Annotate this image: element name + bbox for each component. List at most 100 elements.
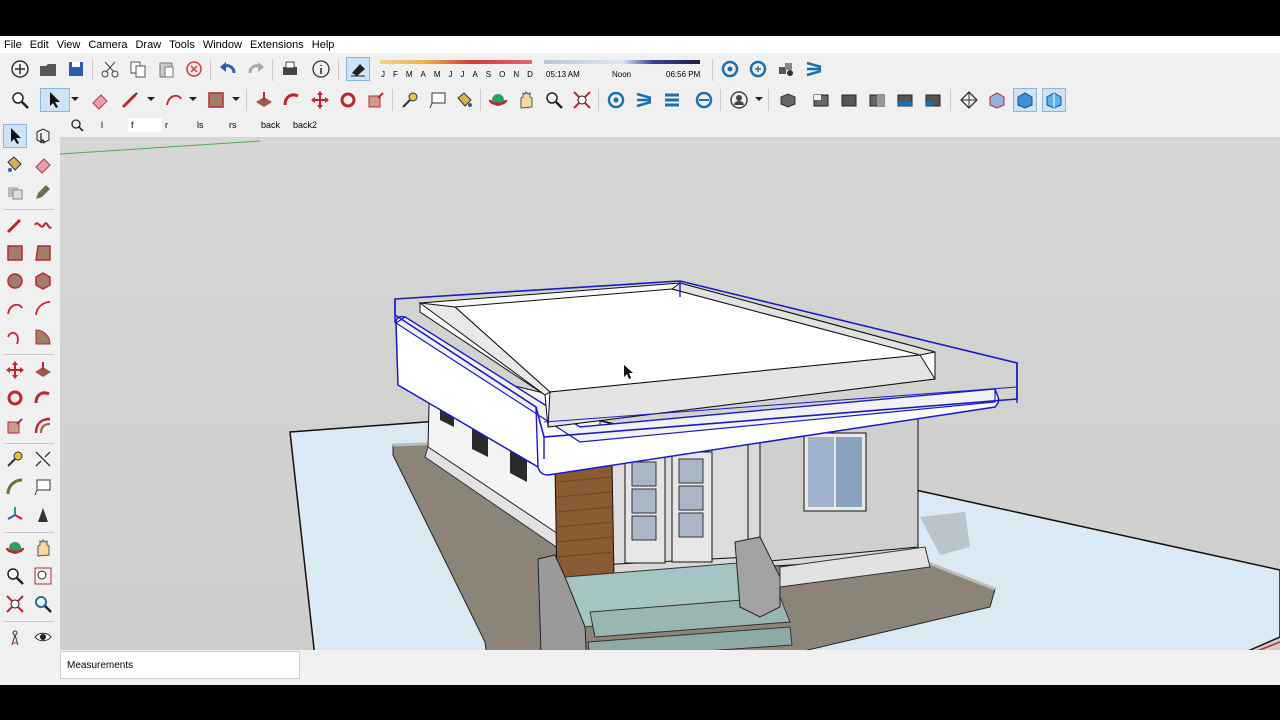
zoom-icon[interactable] bbox=[8, 88, 32, 112]
search-icon[interactable] bbox=[70, 118, 84, 132]
freehand-icon[interactable] bbox=[31, 213, 55, 237]
rotated-rectangle-icon[interactable] bbox=[31, 241, 55, 265]
pan-icon[interactable] bbox=[514, 88, 538, 112]
chevron-down-icon[interactable] bbox=[755, 97, 763, 101]
arc-icon[interactable] bbox=[3, 297, 27, 321]
two-point-arc-icon[interactable] bbox=[31, 297, 55, 321]
select-icon[interactable] bbox=[3, 124, 27, 148]
shadow-time-slider[interactable]: 05:13 AM Noon 06:56 PM bbox=[544, 58, 704, 82]
paint-bucket-icon[interactable] bbox=[3, 152, 27, 176]
dimension-icon[interactable] bbox=[31, 447, 55, 471]
follow-me-icon[interactable] bbox=[31, 386, 55, 410]
print-icon[interactable] bbox=[278, 57, 302, 81]
redo-icon[interactable] bbox=[244, 57, 268, 81]
menu-help[interactable]: Help bbox=[308, 39, 339, 51]
scene-tab-f[interactable]: f bbox=[128, 118, 162, 132]
left-view-icon[interactable] bbox=[921, 88, 945, 112]
extension-warehouse-icon[interactable] bbox=[774, 57, 798, 81]
offset-icon[interactable] bbox=[31, 414, 55, 438]
scale-icon[interactable] bbox=[3, 414, 27, 438]
scene-tab-ls[interactable]: ls bbox=[194, 118, 207, 132]
menu-camera[interactable]: Camera bbox=[84, 39, 131, 51]
rectangle-icon[interactable] bbox=[3, 241, 27, 265]
circle-icon[interactable] bbox=[3, 269, 27, 293]
menu-file[interactable]: File bbox=[0, 39, 26, 51]
select-icon[interactable] bbox=[40, 88, 70, 112]
layout-icon[interactable] bbox=[802, 57, 826, 81]
tag-icon[interactable] bbox=[31, 180, 55, 204]
erase-icon[interactable] bbox=[182, 57, 206, 81]
modeling-viewport[interactable] bbox=[60, 137, 1280, 685]
shadows-toggle-icon[interactable] bbox=[346, 57, 370, 81]
eraser-icon[interactable] bbox=[31, 152, 55, 176]
component-select-icon[interactable] bbox=[31, 124, 55, 148]
save-icon[interactable] bbox=[64, 57, 88, 81]
components-icon[interactable] bbox=[660, 88, 684, 112]
open-icon[interactable] bbox=[36, 57, 60, 81]
shadow-date-slider[interactable]: J F M A M J J A S O N D bbox=[378, 58, 534, 82]
look-around-icon[interactable] bbox=[31, 625, 55, 649]
menu-view[interactable]: View bbox=[53, 39, 85, 51]
menu-extensions[interactable]: Extensions bbox=[246, 39, 308, 51]
top-view-icon[interactable] bbox=[809, 88, 833, 112]
cut-icon[interactable] bbox=[98, 57, 122, 81]
rectangle-icon[interactable] bbox=[204, 88, 228, 112]
position-camera-icon[interactable] bbox=[3, 625, 27, 649]
right-view-icon[interactable] bbox=[865, 88, 889, 112]
axes-icon[interactable] bbox=[3, 503, 27, 527]
menu-tools[interactable]: Tools bbox=[165, 39, 199, 51]
text-icon[interactable] bbox=[426, 88, 450, 112]
shaded-icon[interactable] bbox=[1042, 88, 1066, 112]
line-icon[interactable] bbox=[3, 213, 27, 237]
front-view-icon[interactable] bbox=[837, 88, 861, 112]
3d-text-icon[interactable] bbox=[31, 503, 55, 527]
pan-icon[interactable] bbox=[31, 536, 55, 560]
share-model-icon[interactable] bbox=[632, 88, 656, 112]
orbit-icon[interactable] bbox=[486, 88, 510, 112]
make-component-icon[interactable] bbox=[3, 180, 27, 204]
eraser-icon[interactable] bbox=[88, 88, 112, 112]
polygon-icon[interactable] bbox=[31, 269, 55, 293]
model-info-icon[interactable] bbox=[309, 57, 333, 81]
scene-tab-back2[interactable]: back2 bbox=[290, 118, 320, 132]
warehouse-icon[interactable] bbox=[718, 57, 742, 81]
scene-tab-rs[interactable]: rs bbox=[226, 118, 240, 132]
orbit-icon[interactable] bbox=[3, 536, 27, 560]
text-icon[interactable] bbox=[31, 475, 55, 499]
push-pull-icon[interactable] bbox=[31, 358, 55, 382]
zoom-extents-icon[interactable] bbox=[570, 88, 594, 112]
hidden-line-icon[interactable] bbox=[1013, 88, 1037, 112]
menu-edit[interactable]: Edit bbox=[26, 39, 53, 51]
push-pull-icon[interactable] bbox=[252, 88, 276, 112]
iso-view-icon[interactable] bbox=[776, 88, 800, 112]
pie-icon[interactable] bbox=[31, 325, 55, 349]
zoom-window-icon[interactable] bbox=[31, 564, 55, 588]
protractor-icon[interactable] bbox=[3, 475, 27, 499]
chevron-down-icon[interactable] bbox=[147, 97, 155, 101]
move-icon[interactable] bbox=[308, 88, 332, 112]
three-point-arc-icon[interactable] bbox=[3, 325, 27, 349]
zoom-window-icon[interactable] bbox=[542, 88, 566, 112]
extensions-icon[interactable] bbox=[692, 88, 716, 112]
chevron-down-icon[interactable] bbox=[71, 97, 79, 101]
scene-tab-r[interactable]: r bbox=[162, 118, 171, 132]
line-icon[interactable] bbox=[118, 88, 142, 112]
wireframe-icon[interactable] bbox=[985, 88, 1009, 112]
scene-tab-back[interactable]: back bbox=[258, 118, 283, 132]
arc-icon[interactable] bbox=[162, 88, 186, 112]
menu-window[interactable]: Window bbox=[199, 39, 246, 51]
move-icon[interactable] bbox=[3, 358, 27, 382]
scene-tab-l[interactable]: l bbox=[98, 118, 106, 132]
tape-measure-icon[interactable] bbox=[398, 88, 422, 112]
warehouse-share-icon[interactable] bbox=[746, 57, 770, 81]
chevron-down-icon[interactable] bbox=[189, 97, 197, 101]
zoom-icon[interactable] bbox=[3, 564, 27, 588]
measurements-box[interactable]: Measurements bbox=[60, 651, 300, 679]
previous-view-icon[interactable] bbox=[31, 592, 55, 616]
scale-icon[interactable] bbox=[364, 88, 388, 112]
tape-measure-icon[interactable] bbox=[3, 447, 27, 471]
paste-icon[interactable] bbox=[154, 57, 178, 81]
new-icon[interactable] bbox=[8, 57, 32, 81]
paint-bucket-icon[interactable] bbox=[452, 88, 476, 112]
xray-icon[interactable] bbox=[957, 88, 981, 112]
